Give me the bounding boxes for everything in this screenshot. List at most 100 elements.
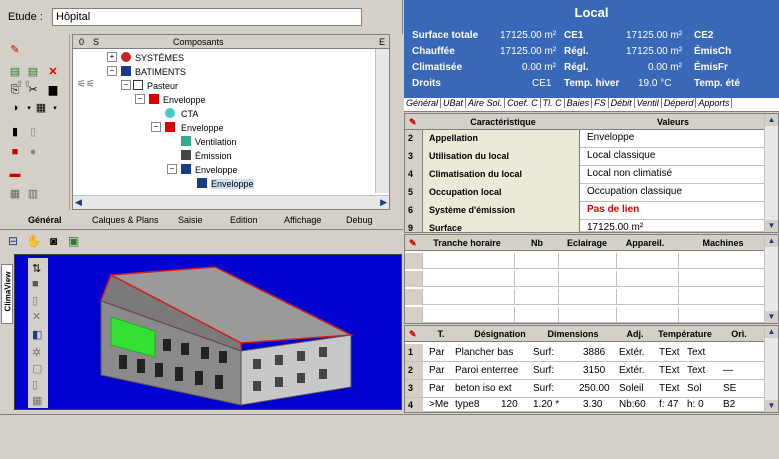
wall-row[interactable]: 1 Par Plancher bas Surf: 3886 Extér. TEx… bbox=[405, 344, 765, 362]
local-label: Droits bbox=[412, 78, 441, 89]
tab-calques-plans[interactable]: Calques & Plans bbox=[92, 215, 159, 225]
layers-icon[interactable]: ◧ bbox=[32, 328, 42, 341]
scroll-up-icon[interactable]: ▲ bbox=[765, 235, 778, 247]
tree-label: SYSTÈMES bbox=[135, 53, 185, 63]
row-value[interactable]: Local classique bbox=[581, 148, 661, 163]
pin-icon[interactable]: ✎ bbox=[409, 238, 417, 249]
pin-icon[interactable]: ✎ bbox=[6, 42, 24, 58]
chart-option-icon[interactable]: ▯ bbox=[24, 124, 42, 140]
characteristic-row[interactable]: 9 Surface 17125.00 m² bbox=[405, 220, 765, 235]
subtab-debit[interactable]: Débit bbox=[609, 98, 635, 108]
scroll-left-icon[interactable]: ◀ bbox=[75, 197, 82, 208]
scroll-down-icon[interactable]: ▼ bbox=[765, 311, 778, 323]
tab-debug[interactable]: Debug bbox=[346, 215, 373, 225]
up-arrow-icon[interactable]: ⇧⇧ bbox=[16, 79, 36, 93]
wall-tool-icon[interactable]: ▦ bbox=[32, 394, 42, 407]
scroll-up-icon[interactable]: ▲ bbox=[765, 326, 778, 338]
envelope-icon bbox=[165, 122, 175, 132]
characteristic-row[interactable]: 3 Utilisation du local Local classique bbox=[405, 148, 765, 166]
collapse-icon[interactable]: − bbox=[167, 164, 177, 174]
paste-icon[interactable]: ▆ bbox=[44, 82, 62, 98]
select-icon[interactable]: ⊟ bbox=[8, 234, 18, 248]
subtab-tl-c[interactable]: Tl. C bbox=[541, 98, 565, 108]
subtab-ventil[interactable]: Ventil bbox=[635, 98, 662, 108]
scroll-down-icon[interactable]: ▼ bbox=[765, 400, 778, 412]
scroll-down-icon[interactable]: ▼ bbox=[765, 220, 778, 232]
subtab-general[interactable]: Général bbox=[404, 98, 442, 108]
wall-icon[interactable]: ▥ bbox=[24, 186, 42, 202]
circle-icon[interactable]: ● bbox=[24, 144, 42, 160]
tree-horizontal-scrollbar[interactable]: ◀ ▶ bbox=[73, 195, 389, 209]
pin-icon[interactable]: ✎ bbox=[409, 329, 417, 340]
delete-icon[interactable]: ✕ bbox=[44, 64, 62, 80]
row-value[interactable]: Occupation classique bbox=[581, 184, 688, 199]
grid-icon[interactable]: ▦ bbox=[6, 186, 24, 202]
etude-input[interactable]: Hôpital bbox=[52, 8, 362, 26]
tree-vertical-scrollbar[interactable] bbox=[375, 49, 389, 193]
block-icon[interactable]: ■ bbox=[32, 278, 39, 290]
collapse-icon[interactable]: − bbox=[135, 94, 145, 104]
subtab-ubat[interactable]: UBat bbox=[441, 98, 467, 108]
wall-dim-label: Surf: bbox=[533, 383, 555, 394]
subtab-aire-sol[interactable]: Aire Sol. bbox=[466, 98, 506, 108]
wall-row[interactable]: 3 Par beton iso ext Surf: 250.00 Soleil … bbox=[405, 380, 765, 398]
subtab-fs[interactable]: FS bbox=[592, 98, 609, 108]
red-block-icon[interactable]: ▬ bbox=[6, 166, 24, 182]
move-icon[interactable]: ⇅ bbox=[32, 262, 41, 275]
row-value[interactable]: Pas de lien bbox=[581, 202, 645, 217]
row-value[interactable]: 17125.00 m² bbox=[581, 220, 649, 235]
local-label: Climatisée bbox=[412, 62, 463, 73]
machines-row[interactable] bbox=[405, 271, 765, 287]
page-icon[interactable]: ▯ bbox=[32, 294, 38, 307]
wall-row[interactable]: 2 Par Paroi enterree Surf: 3150 Extér. T… bbox=[405, 362, 765, 380]
table-dropdown-icon[interactable]: ▾ bbox=[46, 100, 64, 116]
row-number: 4 bbox=[405, 166, 423, 184]
chart-icon[interactable]: ▮ bbox=[6, 124, 24, 140]
subtab-apports[interactable]: Apports bbox=[696, 98, 733, 108]
machines-row[interactable] bbox=[405, 307, 765, 323]
characteristics-scrollbar[interactable]: ▲ ▼ bbox=[764, 114, 778, 232]
subtab-deperd[interactable]: Déperd bbox=[662, 98, 697, 108]
door-icon[interactable]: ▯ bbox=[32, 378, 38, 391]
col-dimensions: Dimensions bbox=[547, 329, 599, 339]
gear-icon[interactable]: ✲ bbox=[32, 346, 41, 359]
pin-icon[interactable]: ✎ bbox=[409, 117, 417, 128]
camera-icon[interactable]: ◙ bbox=[50, 234, 57, 248]
render-icon[interactable]: ▣ bbox=[68, 234, 79, 248]
tab-affichage[interactable]: Affichage bbox=[284, 215, 321, 225]
row-value[interactable]: Enveloppe bbox=[581, 130, 640, 145]
tree-collapse-icon[interactable]: ▤ bbox=[24, 64, 42, 80]
climaview-tab[interactable]: ClimaView bbox=[1, 264, 13, 324]
row-value[interactable]: Local non climatisé bbox=[581, 166, 678, 181]
expand-icon[interactable]: + bbox=[107, 52, 117, 62]
envelope-icon bbox=[181, 164, 191, 174]
tree-expand-icon[interactable]: ▤ bbox=[6, 64, 24, 80]
characteristic-row[interactable]: 5 Occupation local Occupation classique bbox=[405, 184, 765, 202]
tab-general[interactable]: Général bbox=[28, 215, 62, 225]
hand-icon[interactable]: ✋ bbox=[26, 234, 41, 248]
frame-icon[interactable]: ▢ bbox=[32, 362, 42, 375]
subtab-baies[interactable]: Baies bbox=[565, 98, 593, 108]
collapse-icon[interactable]: − bbox=[151, 122, 161, 132]
red-flag-icon[interactable]: ■ bbox=[6, 144, 24, 160]
3d-view[interactable] bbox=[14, 254, 402, 410]
subtab-coef-c[interactable]: Coef. C bbox=[505, 98, 541, 108]
characteristic-row[interactable]: 4 Climatisation du local Local non clima… bbox=[405, 166, 765, 184]
machines-row[interactable] bbox=[405, 289, 765, 305]
characteristic-row[interactable]: 2 Appellation Enveloppe bbox=[405, 130, 765, 148]
walls-scrollbar[interactable]: ▲ ▼ bbox=[764, 326, 778, 412]
wall-temp-b: Text bbox=[687, 347, 706, 358]
tools-icon[interactable]: ✕ bbox=[32, 310, 41, 323]
characteristic-row[interactable]: 6 Système d'émission Pas de lien bbox=[405, 202, 765, 220]
machines-row[interactable] bbox=[405, 253, 765, 269]
wall-row[interactable]: 4 >Me type8 120 1.20 * 3.30 Nb:60 f: 47 … bbox=[405, 398, 765, 412]
tab-edition[interactable]: Edition bbox=[230, 215, 258, 225]
characteristics-grid: ✎ Caractéristique Valeurs 2 Appellation … bbox=[404, 113, 779, 233]
machines-scrollbar[interactable]: ▲ ▼ bbox=[764, 235, 778, 323]
local-label: Surface totale bbox=[412, 30, 479, 41]
tab-saisie[interactable]: Saisie bbox=[178, 215, 203, 225]
scroll-right-icon[interactable]: ▶ bbox=[380, 197, 387, 208]
scroll-up-icon[interactable]: ▲ bbox=[765, 114, 778, 126]
collapse-icon[interactable]: − bbox=[107, 66, 117, 76]
collapse-icon[interactable]: − bbox=[121, 80, 131, 90]
